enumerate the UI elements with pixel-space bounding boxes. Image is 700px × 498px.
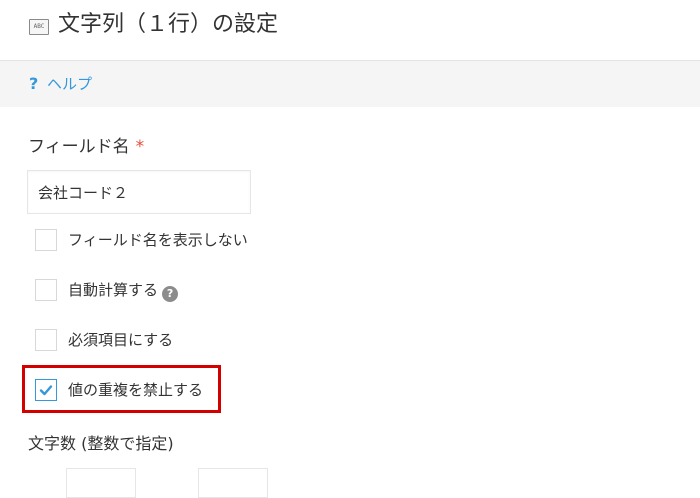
required-label[interactable]: 必須項目にする — [68, 330, 173, 350]
dialog-title: 文字列（１行）の設定 — [58, 12, 279, 37]
max-length-input[interactable] — [198, 468, 268, 498]
min-length-input[interactable] — [66, 468, 136, 498]
help-link[interactable]: ヘルプ — [47, 75, 92, 93]
field-name-label-text: フィールド名 — [28, 137, 130, 157]
field-name-input[interactable] — [27, 170, 251, 214]
required-checkbox[interactable] — [35, 329, 57, 351]
hide-field-name-checkbox[interactable] — [35, 229, 57, 251]
field-name-label: フィールド名 * — [28, 136, 144, 158]
auto-calc-label[interactable]: 自動計算する — [68, 281, 158, 299]
auto-calc-label-wrap[interactable]: 自動計算する? — [68, 280, 179, 302]
unique-values-checkbox[interactable] — [35, 379, 57, 401]
hide-field-name-label[interactable]: フィールド名を表示しない — [68, 230, 248, 250]
question-icon: ? — [29, 74, 39, 93]
dialog-header: ABC 文字列（１行）の設定 — [0, 0, 700, 61]
auto-calc-checkbox[interactable] — [35, 279, 57, 301]
text-field-type-icon: ABC — [29, 19, 49, 35]
char-count-label: 文字数 (整数で指定) — [28, 434, 174, 453]
required-asterisk: * — [135, 137, 145, 157]
checkmark-icon — [39, 385, 53, 396]
help-circle-icon[interactable]: ? — [162, 286, 179, 302]
unique-values-label[interactable]: 値の重複を禁止する — [68, 380, 203, 400]
help-bar: ? ヘルプ — [0, 61, 700, 107]
